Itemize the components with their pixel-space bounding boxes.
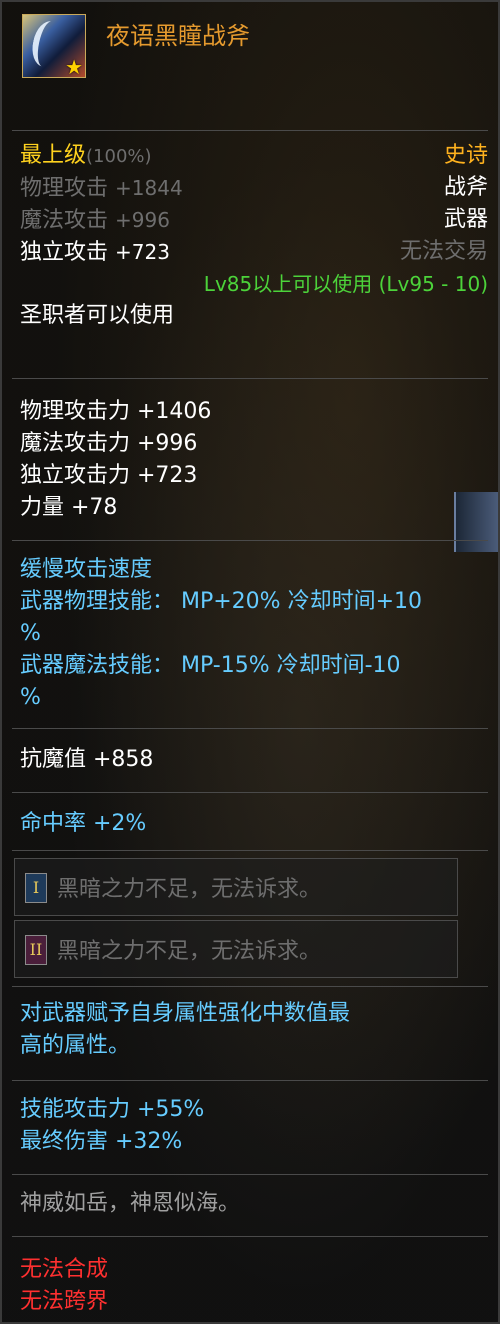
weapon-mag-skill-wrap: % (20, 685, 41, 710)
class-requirement: 圣职者可以使用 (20, 303, 175, 328)
weapon-phys-skill: 武器物理技能： MP+20% 冷却时间+10 (20, 589, 422, 614)
weapon-phys-skill-wrap: % (20, 621, 41, 646)
bonus-stat: 魔法攻击力 +996 (20, 431, 198, 456)
item-type: 战斧 (443, 175, 488, 200)
divider (12, 792, 488, 793)
final-damage: 最终伤害 +32% (20, 1129, 183, 1154)
item-rarity: 史诗 (443, 143, 488, 168)
socket-1[interactable]: I 黑暗之力不足，无法诉求。 (14, 858, 458, 916)
weapon-mag-skill: 武器魔法技能： MP-15% 冷却时间-10 (20, 653, 401, 678)
base-stat-indep: 独立攻击 +723 (20, 236, 170, 269)
stat-value: +723 (115, 240, 170, 264)
item-name: 夜语黑瞳战斧 (106, 22, 250, 50)
stat-label: 魔法攻击 (20, 208, 109, 233)
stat-value: +1844 (115, 176, 183, 200)
level-requirement: Lv85以上可以使用 (Lv95 - 10) (203, 272, 488, 296)
axe-blade-icon (28, 18, 66, 70)
divider (12, 986, 488, 987)
item-grade-pct: (100%) (86, 146, 152, 167)
divider (12, 378, 488, 379)
attack-speed: 缓慢攻击速度 (20, 557, 153, 582)
divider (12, 850, 488, 851)
no-cross-server: 无法跨界 (20, 1289, 109, 1314)
stat-label: 独立攻击 (20, 240, 109, 265)
socket-1-badge-icon: I (25, 873, 47, 903)
element-effect: 对武器赋予自身属性强化中数值最 (20, 1001, 351, 1026)
divider (12, 1174, 488, 1175)
item-trade: 无法交易 (399, 239, 488, 264)
axe-item-icon[interactable]: ★ (22, 14, 86, 78)
divider (12, 728, 488, 729)
socket-2-badge-icon: II (25, 935, 47, 965)
divider (12, 1236, 488, 1237)
item-category: 武器 (443, 207, 488, 232)
skill-attack: 技能攻击力 +55% (20, 1097, 205, 1122)
element-effect-wrap: 高的属性。 (20, 1033, 131, 1058)
grade-row: 最上级(100%) (20, 140, 152, 173)
divider (12, 540, 488, 541)
stat-value: +996 (115, 208, 170, 232)
flavor-text: 神威如岳，神恩似海。 (20, 1191, 241, 1216)
stat-label: 物理攻击 (20, 176, 109, 201)
divider (12, 130, 488, 131)
base-stat-phys: 物理攻击 +1844 (20, 172, 183, 205)
base-stat-mag: 魔法攻击 +996 (20, 204, 170, 237)
bonus-stat: 独立攻击力 +723 (20, 463, 198, 488)
star-icon: ★ (65, 55, 83, 79)
no-synthesis: 无法合成 (20, 1257, 109, 1282)
socket-1-text: 黑暗之力不足，无法诉求。 (57, 877, 322, 902)
bonus-stat: 力量 +78 (20, 495, 118, 520)
anti-magic: 抗魔值 +858 (20, 747, 154, 772)
hit-rate: 命中率 +2% (20, 811, 147, 836)
socket-2[interactable]: II 黑暗之力不足，无法诉求。 (14, 920, 458, 978)
item-grade: 最上级 (20, 143, 87, 168)
socket-2-text: 黑暗之力不足，无法诉求。 (57, 939, 322, 964)
bonus-stat: 物理攻击力 +1406 (20, 399, 212, 424)
background-window-edge (454, 492, 498, 552)
divider (12, 1080, 488, 1081)
item-tooltip: ★ 夜语黑瞳战斧 最上级(100%) 史诗 物理攻击 +1844 战斧 魔法攻击… (0, 0, 500, 1324)
